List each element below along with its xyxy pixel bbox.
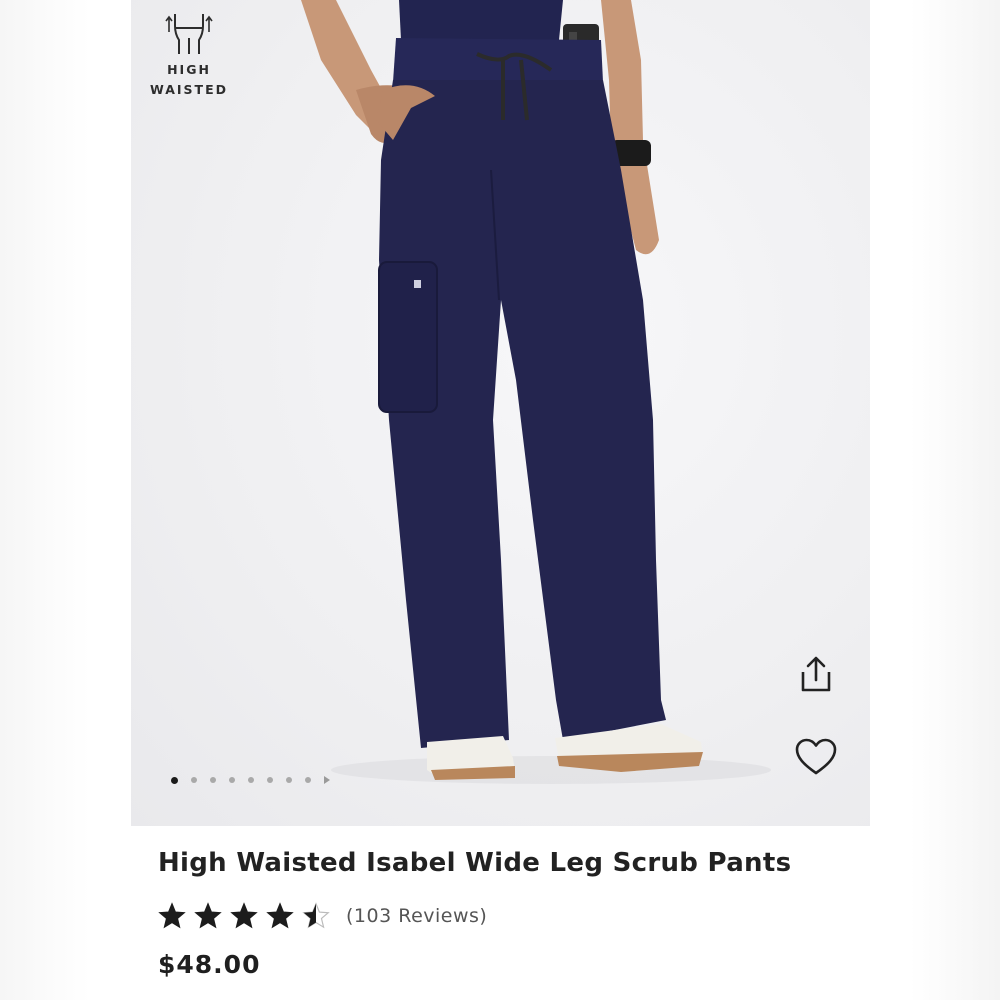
gallery-dot-3[interactable]	[210, 777, 216, 783]
product-rating[interactable]: (103 Reviews)	[158, 902, 487, 930]
gallery-dot-1[interactable]	[171, 776, 178, 784]
star-half-icon	[302, 902, 330, 930]
badge-line-2: WAISTED	[150, 82, 228, 97]
gallery-dot-7[interactable]	[286, 777, 292, 783]
product-image-gallery[interactable]: HIGH WAISTED	[131, 0, 870, 826]
star-full-icon	[230, 902, 258, 930]
product-price: $48.00	[158, 950, 261, 979]
favorite-button[interactable]	[794, 735, 838, 779]
gallery-dot-4[interactable]	[229, 777, 235, 783]
product-photo	[301, 0, 771, 784]
star-full-icon	[158, 902, 186, 930]
star-full-icon	[266, 902, 294, 930]
share-button[interactable]	[794, 652, 838, 696]
star-full-icon	[194, 902, 222, 930]
gallery-dot-2[interactable]	[191, 777, 197, 783]
gallery-next-arrow-icon[interactable]	[324, 776, 330, 784]
product-title: High Waisted Isabel Wide Leg Scrub Pants	[158, 848, 792, 878]
rating-stars	[158, 902, 330, 930]
share-icon	[801, 656, 831, 692]
gallery-pagination[interactable]	[171, 776, 330, 784]
high-waist-icon	[165, 14, 213, 54]
high-waisted-badge: HIGH WAISTED	[143, 8, 235, 100]
badge-line-1: HIGH	[167, 62, 211, 77]
gallery-dot-5[interactable]	[248, 777, 254, 783]
product-page: HIGH WAISTED High Waisted Isabel Wide Le…	[0, 0, 1000, 1000]
reviews-count-link[interactable]: (103 Reviews)	[346, 905, 487, 927]
gallery-dot-6[interactable]	[267, 777, 273, 783]
heart-icon	[795, 738, 837, 775]
gallery-dot-8[interactable]	[305, 777, 311, 783]
